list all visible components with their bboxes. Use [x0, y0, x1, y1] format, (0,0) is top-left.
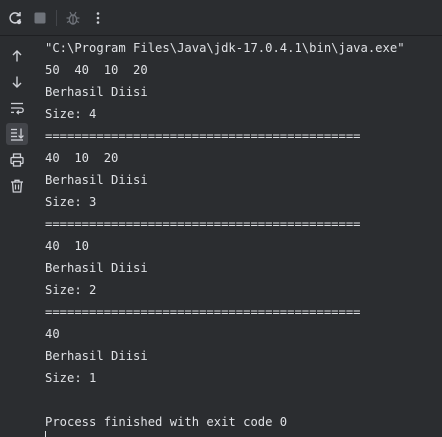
console-line: Berhasil Diisi [45, 85, 148, 99]
console-line: 50 40 10 20 [45, 63, 148, 77]
more-options-button[interactable] [89, 9, 107, 27]
scroll-up-button[interactable] [6, 45, 28, 67]
console-line: Size: 1 [45, 371, 97, 385]
debug-button[interactable] [64, 9, 82, 27]
stop-button[interactable] [31, 9, 49, 27]
console-line: Size: 2 [45, 283, 97, 297]
rerun-icon [9, 12, 22, 25]
console-line-exit-status: Process finished with exit code 0 [45, 415, 288, 429]
scroll-to-end-button[interactable] [6, 123, 28, 145]
console-line: 40 [45, 327, 60, 341]
toolbar-divider [56, 10, 57, 26]
arrow-up-icon [12, 50, 22, 62]
console-line-separator: ========================================… [45, 217, 361, 231]
console-line-command: "C:\Program Files\Java\jdk-17.0.4.1\bin\… [45, 41, 405, 55]
more-vertical-icon [96, 12, 100, 24]
scroll-to-end-icon [11, 128, 24, 141]
run-toolbar [0, 0, 442, 36]
rerun-button[interactable] [6, 9, 24, 27]
console-line: Berhasil Diisi [45, 349, 148, 363]
console-line: Size: 4 [45, 107, 97, 121]
clear-all-button[interactable] [6, 175, 28, 197]
console-line: Berhasil Diisi [45, 173, 148, 187]
arrow-down-icon [12, 76, 22, 88]
stop-icon [34, 12, 46, 24]
text-caret [45, 431, 46, 437]
console-line: Berhasil Diisi [45, 261, 148, 275]
console-sidebar [0, 36, 34, 437]
console-line-separator: ========================================… [45, 305, 361, 319]
print-button[interactable] [6, 149, 28, 171]
soft-wrap-icon [11, 102, 24, 115]
console-line: Size: 3 [45, 195, 97, 209]
printer-icon [10, 153, 24, 167]
bug-icon [66, 11, 80, 25]
soft-wrap-button[interactable] [6, 97, 28, 119]
console-line: 40 10 20 [45, 151, 119, 165]
console-line: 40 10 [45, 239, 90, 253]
scroll-down-button[interactable] [6, 71, 28, 93]
console-line-separator: ========================================… [45, 129, 361, 143]
trash-icon [11, 179, 23, 193]
console-output[interactable]: "C:\Program Files\Java\jdk-17.0.4.1\bin\… [34, 36, 442, 437]
